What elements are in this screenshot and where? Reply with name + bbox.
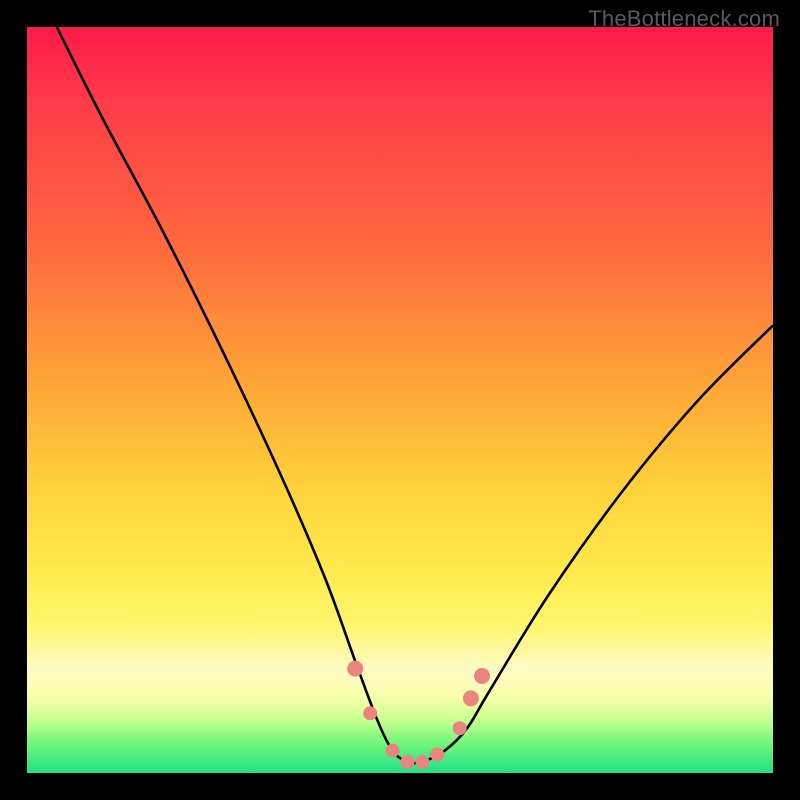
marker-group xyxy=(347,661,490,769)
plot-area xyxy=(27,27,773,773)
highlight-marker xyxy=(415,755,429,769)
highlight-marker xyxy=(453,721,467,735)
chart-frame: TheBottleneck.com xyxy=(0,0,800,800)
highlight-marker xyxy=(474,668,490,684)
curve-svg xyxy=(27,27,773,773)
highlight-marker xyxy=(347,661,363,677)
highlight-marker xyxy=(401,755,415,769)
highlight-marker xyxy=(430,747,444,761)
highlight-marker xyxy=(386,744,400,758)
highlight-marker xyxy=(363,706,377,720)
highlight-marker xyxy=(463,690,479,706)
bottleneck-curve xyxy=(57,27,773,763)
